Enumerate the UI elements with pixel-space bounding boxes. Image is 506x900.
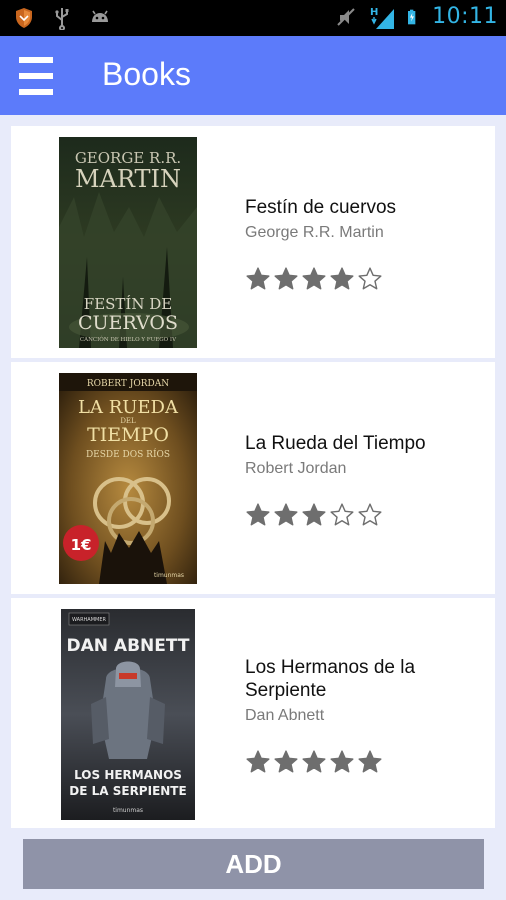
svg-text:H: H <box>370 7 378 18</box>
android-debug-icon <box>92 10 108 22</box>
book-cover-image: GEORGE R.R. MARTIN FESTÍN DE CUERVOS CAN… <box>59 137 197 348</box>
menu-line <box>19 89 53 95</box>
book-cover-image: ROBERT JORDAN LA RUEDA DEL TIEMPO DESDE … <box>59 373 197 584</box>
book-author: Dan Abnett <box>245 707 325 724</box>
star-empty-icon <box>330 503 354 526</box>
svg-text:LA RUEDA: LA RUEDA <box>78 397 179 418</box>
signal-icon: H <box>370 7 395 29</box>
book-author: Robert Jordan <box>245 460 347 477</box>
rating-stars <box>245 266 383 292</box>
svg-text:TIEMPO: TIEMPO <box>87 424 169 446</box>
star-filled-icon <box>246 503 270 526</box>
star-filled-icon <box>274 503 298 526</box>
menu-line <box>19 57 53 63</box>
star-filled-icon <box>330 267 354 290</box>
book-title: Festín de cuervos <box>245 197 397 218</box>
menu-line <box>19 73 53 79</box>
svg-text:LOS HERMANOS: LOS HERMANOS <box>74 768 182 782</box>
add-button[interactable]: ADD <box>23 839 484 889</box>
svg-text:WARHAMMER: WARHAMMER <box>72 617 107 623</box>
star-filled-icon <box>274 267 298 290</box>
svg-text:CUERVOS: CUERVOS <box>78 312 178 334</box>
book-cover-image: WARHAMMER DAN ABNETT LOS HERMANOS DE LA … <box>61 609 195 820</box>
star-filled-icon <box>274 750 298 773</box>
rating-stars <box>245 749 383 775</box>
hamburger-menu-icon[interactable] <box>16 54 56 98</box>
list-item[interactable]: ROBERT JORDAN LA RUEDA DEL TIEMPO DESDE … <box>11 362 495 594</box>
star-empty-icon <box>358 503 382 526</box>
list-item[interactable]: WARHAMMER DAN ABNETT LOS HERMANOS DE LA … <box>11 598 495 828</box>
status-bar: H 10:11 <box>0 0 506 36</box>
svg-text:DAN ABNETT: DAN ABNETT <box>67 636 190 656</box>
mute-icon <box>337 7 355 26</box>
svg-text:FESTÍN DE: FESTÍN DE <box>84 295 172 313</box>
svg-text:DE LA SERPIENTE: DE LA SERPIENTE <box>69 784 186 798</box>
svg-text:1€: 1€ <box>71 536 92 554</box>
svg-text:DESDE DOS RÍOS: DESDE DOS RÍOS <box>86 448 170 460</box>
star-filled-icon <box>358 750 382 773</box>
notification-icons <box>12 6 112 30</box>
star-filled-icon <box>302 750 326 773</box>
star-filled-icon <box>302 267 326 290</box>
clock: 10:11 <box>432 4 498 29</box>
book-title: Los Hermanos de la Serpiente <box>245 657 416 701</box>
star-filled-icon <box>330 750 354 773</box>
svg-text:CANCIÓN DE HIELO Y FUEGO IV: CANCIÓN DE HIELO Y FUEGO IV <box>80 335 177 343</box>
svg-text:MARTIN: MARTIN <box>75 165 181 193</box>
app-bar: Books <box>0 36 506 115</box>
book-title: La Rueda del Tiempo <box>245 433 426 454</box>
svg-text:ROBERT JORDAN: ROBERT JORDAN <box>87 379 169 389</box>
page-title: Books <box>102 56 191 92</box>
star-filled-icon <box>302 503 326 526</box>
system-icons: H 10:11 <box>334 4 498 29</box>
shield-icon <box>16 8 32 28</box>
usb-icon <box>55 8 69 30</box>
svg-text:timunmas: timunmas <box>113 807 143 814</box>
rating-stars <box>245 502 383 528</box>
book-author: George R.R. Martin <box>245 224 384 241</box>
battery-charging-icon <box>408 9 416 24</box>
star-filled-icon <box>246 750 270 773</box>
star-filled-icon <box>246 267 270 290</box>
list-item[interactable]: GEORGE R.R. MARTIN FESTÍN DE CUERVOS CAN… <box>11 126 495 358</box>
svg-text:timunmas: timunmas <box>154 572 184 579</box>
star-empty-icon <box>358 267 382 290</box>
